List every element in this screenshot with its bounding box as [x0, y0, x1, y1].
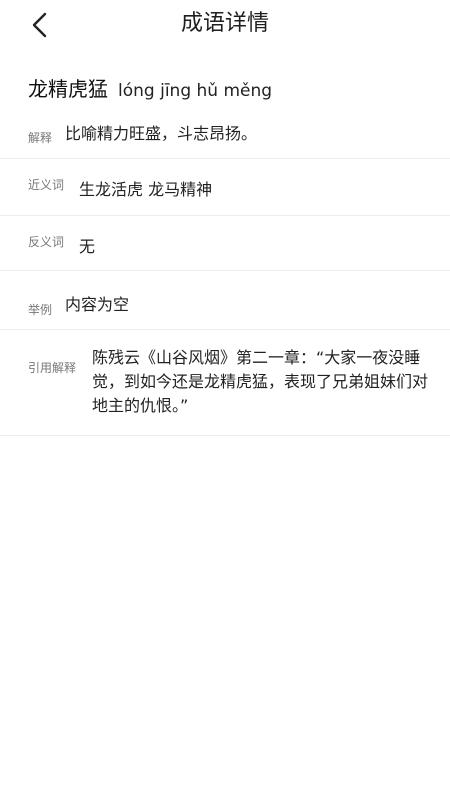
- antonyms-value: 无: [79, 237, 96, 256]
- citation-value: 陈残云《山谷风烟》第二一章：“大家一夜没睡觉，到如今还是龙精虎猛，表现了兄弟姐妹…: [92, 348, 429, 415]
- synonyms-value: 生龙活虎 龙马精神: [79, 180, 213, 199]
- synonyms-label: 近义词: [28, 178, 65, 192]
- example-value: 内容为空: [65, 295, 130, 314]
- citation-row: 引用解释 陈残云《山谷风烟》第二一章：“大家一夜没睡觉，到如今还是龙精虎猛，表现…: [0, 330, 450, 436]
- idiom-word: 龙精虎猛: [28, 77, 108, 101]
- idiom-heading: 龙精虎猛 lóng jīng hǔ měng: [28, 73, 272, 102]
- example-row: 举例 内容为空: [0, 271, 450, 330]
- explanation-value: 比喻精力旺盛，斗志昂扬。: [65, 124, 258, 143]
- synonyms-row: 近义词 生龙活虎 龙马精神: [0, 159, 450, 216]
- explanation-row: 解释 比喻精力旺盛，斗志昂扬。: [0, 105, 450, 159]
- explanation-label: 解释: [28, 131, 53, 145]
- idiom-pinyin: lóng jīng hǔ měng: [118, 81, 273, 101]
- antonyms-label: 反义词: [28, 235, 65, 249]
- antonyms-row: 反义词 无: [0, 216, 450, 271]
- top-bar: 成语详情: [0, 0, 450, 50]
- page-title: 成语详情: [180, 11, 269, 36]
- citation-label: 引用解释: [28, 361, 77, 375]
- example-label: 举例: [28, 303, 53, 317]
